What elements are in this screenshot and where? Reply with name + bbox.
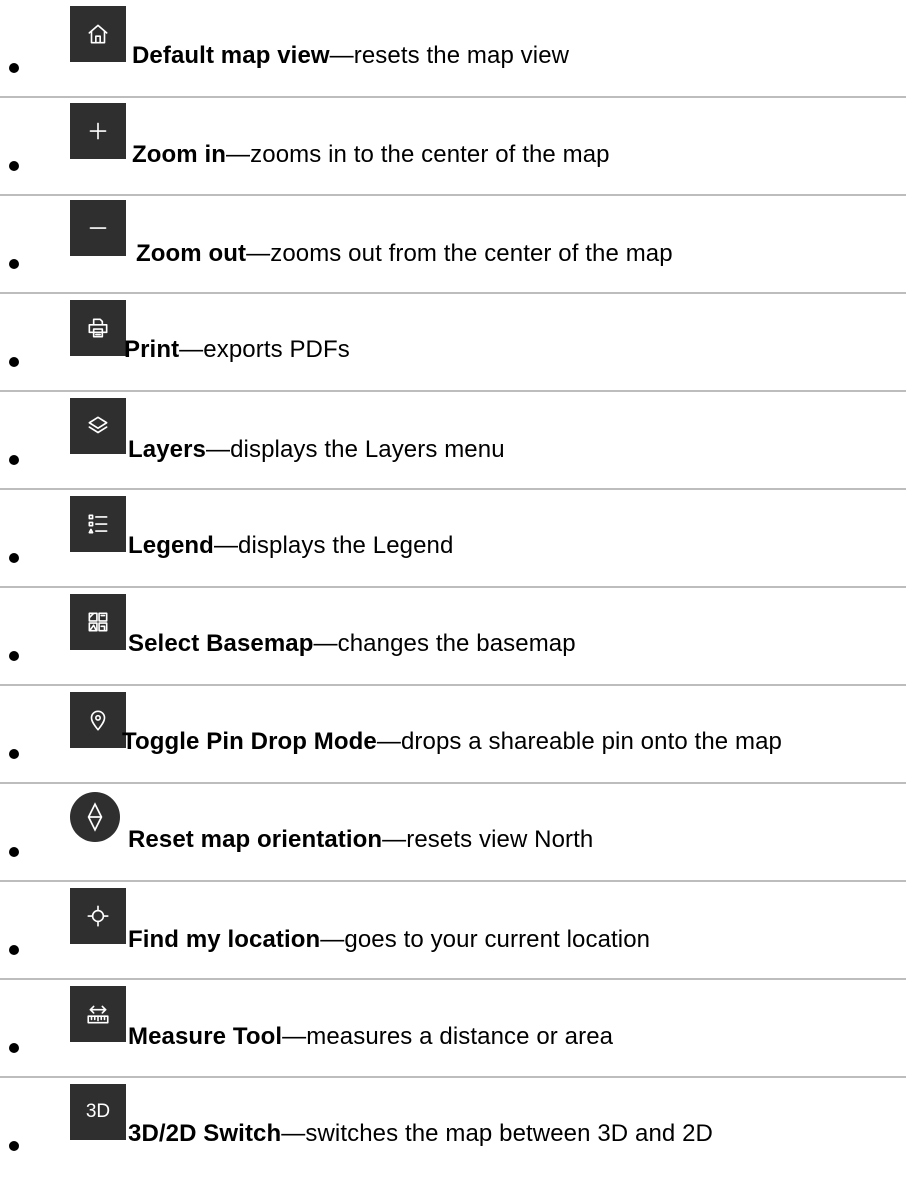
- item-title: Default map view: [132, 42, 330, 69]
- item-text: goes to your current location: [344, 926, 651, 953]
- item-title: Print: [124, 336, 180, 363]
- list-item: Zoom out—zooms out from the center of th…: [0, 196, 906, 294]
- minus-icon[interactable]: [70, 200, 126, 256]
- bullet: [9, 357, 19, 367]
- list-item: Legend—displays the Legend: [0, 490, 906, 588]
- item-text: zooms out from the center of the map: [270, 240, 673, 267]
- list-item: Print—exports PDFs: [0, 294, 906, 392]
- item-description: Toggle Pin Drop Mode—drops a shareable p…: [122, 727, 782, 757]
- item-text: displays the Legend: [238, 532, 454, 559]
- list-item: 3D 3D/2D Switch—switches the map between…: [0, 1078, 906, 1176]
- list-item: Select Basemap—changes the basemap: [0, 588, 906, 686]
- list-item: Toggle Pin Drop Mode—drops a shareable p…: [0, 686, 906, 784]
- separator: —: [376, 728, 401, 755]
- item-title: Reset map orientation: [128, 826, 383, 853]
- item-title: Zoom in: [132, 141, 227, 168]
- item-title: Legend: [128, 532, 214, 559]
- bullet: [9, 847, 19, 857]
- item-text: changes the basemap: [337, 630, 576, 657]
- bullet: [9, 651, 19, 661]
- item-description: Reset map orientation—resets view North: [128, 825, 593, 855]
- separator: —: [213, 532, 239, 559]
- item-text: exports PDFs: [203, 336, 350, 363]
- separator: —: [382, 826, 407, 853]
- locate-crosshair-icon[interactable]: [70, 888, 126, 944]
- bullet: [9, 455, 19, 465]
- bullet: [9, 553, 19, 563]
- list-item: Default map view—resets the map view: [0, 0, 906, 98]
- home-icon[interactable]: [70, 6, 126, 62]
- layers-icon[interactable]: [70, 398, 126, 454]
- pin-icon[interactable]: [70, 692, 126, 748]
- item-description: Print—exports PDFs: [124, 335, 350, 365]
- separator: —: [282, 1023, 307, 1050]
- separator: —: [246, 240, 271, 267]
- item-text: switches the map between 3D and 2D: [305, 1120, 713, 1147]
- item-description: Legend—displays the Legend: [128, 531, 453, 561]
- item-title: Layers: [128, 436, 206, 463]
- bullet: [9, 63, 19, 73]
- icon-label: 3D: [85, 1101, 111, 1122]
- legend-icon[interactable]: [70, 496, 126, 552]
- separator: —: [281, 1120, 306, 1147]
- item-text: resets the map view: [353, 42, 570, 69]
- list-item: Measure Tool—measures a distance or area: [0, 980, 906, 1078]
- separator: —: [206, 436, 231, 463]
- item-title: Toggle Pin Drop Mode: [122, 728, 377, 755]
- printer-icon[interactable]: [70, 300, 126, 356]
- separator: —: [320, 926, 345, 953]
- separator: —: [329, 42, 354, 69]
- item-description: Default map view—resets the map view: [132, 41, 569, 71]
- bullet: [9, 1141, 19, 1151]
- item-text: resets view North: [406, 826, 594, 853]
- measure-ruler-icon[interactable]: [70, 986, 126, 1042]
- list-item: Reset map orientation—resets view North: [0, 784, 906, 882]
- list-item: Find my location—goes to your current lo…: [0, 882, 906, 980]
- list-item: Layers—displays the Layers menu: [0, 392, 906, 490]
- item-title: 3D/2D Switch: [128, 1120, 282, 1147]
- item-description: Zoom out—zooms out from the center of th…: [136, 239, 673, 269]
- item-text: displays the Layers menu: [230, 436, 505, 463]
- item-description: Zoom in—zooms in to the center of the ma…: [132, 140, 610, 170]
- item-description: Find my location—goes to your current lo…: [128, 925, 650, 955]
- item-title: Find my location: [128, 926, 321, 953]
- item-text: measures a distance or area: [306, 1023, 614, 1050]
- item-title: Zoom out: [136, 240, 247, 267]
- compass-icon[interactable]: [70, 792, 120, 842]
- item-description: Select Basemap—changes the basemap: [128, 629, 576, 659]
- separator: —: [313, 630, 338, 657]
- bullet: [9, 945, 19, 955]
- bullet: [9, 1043, 19, 1053]
- item-description: Measure Tool—measures a distance or area: [128, 1022, 613, 1052]
- item-text: zooms in to the center of the map: [250, 141, 610, 168]
- plus-icon[interactable]: [70, 103, 126, 159]
- separator: —: [179, 336, 204, 363]
- 3d-2d-switch-icon[interactable]: 3D: [70, 1084, 126, 1140]
- item-text: drops a shareable pin onto the map: [400, 728, 782, 755]
- item-description: Layers—displays the Layers menu: [128, 435, 505, 465]
- separator: —: [226, 141, 251, 168]
- bullet: [9, 259, 19, 269]
- item-title: Select Basemap: [128, 630, 314, 657]
- bullet: [9, 161, 19, 171]
- basemap-gallery-icon[interactable]: [70, 594, 126, 650]
- list-item: Zoom in—zooms in to the center of the ma…: [0, 98, 906, 196]
- item-description: 3D/2D Switch—switches the map between 3D…: [128, 1119, 713, 1149]
- bullet: [9, 749, 19, 759]
- item-title: Measure Tool: [128, 1023, 283, 1050]
